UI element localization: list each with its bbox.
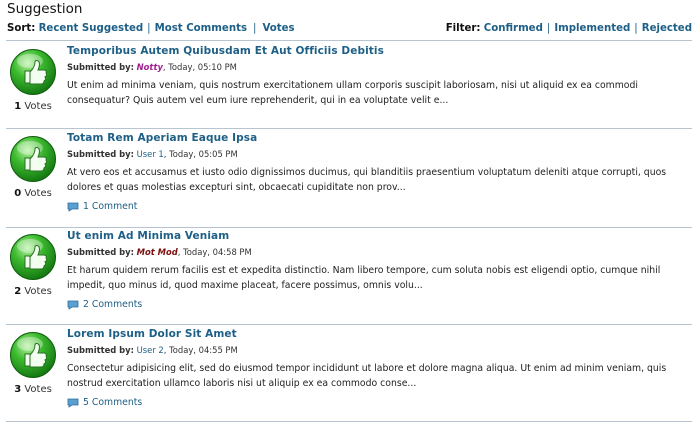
submitted-by-label: Submitted by: <box>67 149 134 159</box>
suggestion-content: Ut enim Ad Minima Veniam Submitted by: M… <box>67 229 692 310</box>
vote-thumbs-up-icon[interactable] <box>9 48 57 96</box>
vote-count: 2 Votes <box>6 286 60 297</box>
suggestion-content: Totam Rem Aperiam Eaque Ipsa Submitted b… <box>67 131 692 212</box>
item-divider <box>6 324 692 325</box>
vote-count-label: Votes <box>24 286 52 297</box>
separator: | <box>253 23 257 34</box>
vote-thumbs-up-icon[interactable] <box>9 331 57 379</box>
suggestion-title-link[interactable]: Temporibus Autem Quibusdam Et Aut Offici… <box>67 45 692 57</box>
suggestion-excerpt: At vero eos et accusamus et iusto odio d… <box>67 167 667 193</box>
suggestion-title-link[interactable]: Ut enim Ad Minima Veniam <box>67 230 692 242</box>
filter-implemented-link[interactable]: Implemented <box>554 23 630 34</box>
submitted-by-label: Submitted by: <box>67 247 134 257</box>
sort-most-comments-link[interactable]: Most Comments <box>155 23 247 34</box>
vote-count: 0 Votes <box>6 188 60 199</box>
author-link[interactable]: User 1 <box>137 149 164 159</box>
submission-date: , Today, 04:55 PM <box>163 345 238 355</box>
vote-count: 3 Votes <box>6 384 60 395</box>
filter-group: Filter: Confirmed | Implemented | Rejected <box>446 23 692 34</box>
suggestion-item: 1 Votes Temporibus Autem Quibusdam Et Au… <box>6 44 692 134</box>
author-link[interactable]: User 2 <box>137 345 164 355</box>
submission-date: , Today, 05:05 PM <box>163 149 238 159</box>
submission-meta: Submitted by: Mot Mod, Today, 04:58 PM <box>67 247 692 257</box>
suggestion-item: 2 Votes Ut enim Ad Minima Veniam Submitt… <box>6 229 692 319</box>
filter-confirmed-link[interactable]: Confirmed <box>484 23 543 34</box>
vote-count-number: 3 <box>14 384 22 395</box>
vote-thumbs-up-icon[interactable] <box>9 135 57 183</box>
sort-label: Sort: <box>7 23 36 34</box>
header-divider <box>6 40 692 41</box>
suggestion-item: 3 Votes Lorem Ipsum Dolor Sit Amet Submi… <box>6 327 692 417</box>
vote-count-number: 2 <box>14 286 22 297</box>
suggestion-excerpt: Ut enim ad minima veniam, quis nostrum e… <box>67 80 638 106</box>
filter-rejected-link[interactable]: Rejected <box>642 23 692 34</box>
submission-meta: Submitted by: Notty, Today, 05:10 PM <box>67 62 692 72</box>
speech-bubble-icon <box>67 300 79 310</box>
item-divider <box>6 227 692 228</box>
comments-link-row[interactable]: 2 Comments <box>67 299 692 310</box>
separator: | <box>634 23 638 34</box>
comments-link-row[interactable]: 1 Comment <box>67 201 692 212</box>
sort-votes-link[interactable]: Votes <box>262 23 294 34</box>
submission-date: , Today, 04:58 PM <box>177 247 252 257</box>
filter-label: Filter: <box>445 23 481 34</box>
vote-count-label: Votes <box>24 384 52 395</box>
submission-meta: Submitted by: User 2, Today, 04:55 PM <box>67 345 692 355</box>
page-title: Suggestion <box>7 1 83 17</box>
author-link[interactable]: Notty <box>137 62 163 72</box>
suggestion-content: Lorem Ipsum Dolor Sit Amet Submitted by:… <box>67 327 692 408</box>
comments-link-row[interactable]: 5 Comments <box>67 397 692 408</box>
vote-count: 1 Votes <box>6 101 60 112</box>
comments-link[interactable]: 2 Comments <box>83 299 142 310</box>
separator: | <box>546 23 551 34</box>
item-divider <box>6 421 692 422</box>
vote-thumbs-up-icon[interactable] <box>9 233 57 281</box>
submitted-by-label: Submitted by: <box>67 62 134 72</box>
suggestion-excerpt: Consectetur adipisicing elit, sed do eiu… <box>67 363 667 389</box>
vote-count-label: Votes <box>24 188 52 199</box>
comments-link[interactable]: 5 Comments <box>83 397 142 408</box>
submitted-by-label: Submitted by: <box>67 345 134 355</box>
author-link[interactable]: Mot Mod <box>137 247 178 257</box>
sort-group: Sort: Recent Suggested | Most Comments | Vot… <box>7 23 295 34</box>
speech-bubble-icon <box>67 202 79 212</box>
speech-bubble-icon <box>67 398 79 408</box>
suggestion-title-link[interactable]: Totam Rem Aperiam Eaque Ipsa <box>67 132 692 144</box>
comments-link[interactable]: 1 Comment <box>83 201 137 212</box>
suggestion-item: 0 Votes Totam Rem Aperiam Eaque Ipsa Sub… <box>6 131 692 221</box>
separator: | <box>147 23 151 34</box>
submission-meta: Submitted by: User 1, Today, 05:05 PM <box>67 149 692 159</box>
sort-recent-link[interactable]: Recent Suggested <box>39 23 144 34</box>
sort-filter-bar: Sort: Recent Suggested | Most Comments | Vot… <box>7 23 692 39</box>
vote-count-number: 0 <box>14 188 22 199</box>
suggestion-title-link[interactable]: Lorem Ipsum Dolor Sit Amet <box>67 328 692 340</box>
vote-count-label: Votes <box>24 101 52 112</box>
item-divider <box>6 128 692 129</box>
suggestion-excerpt: Et harum quidem rerum facilis est et exp… <box>67 265 661 291</box>
vote-count-number: 1 <box>14 101 22 112</box>
submission-date: , Today, 05:10 PM <box>162 62 237 72</box>
suggestion-content: Temporibus Autem Quibusdam Et Aut Offici… <box>67 44 692 108</box>
